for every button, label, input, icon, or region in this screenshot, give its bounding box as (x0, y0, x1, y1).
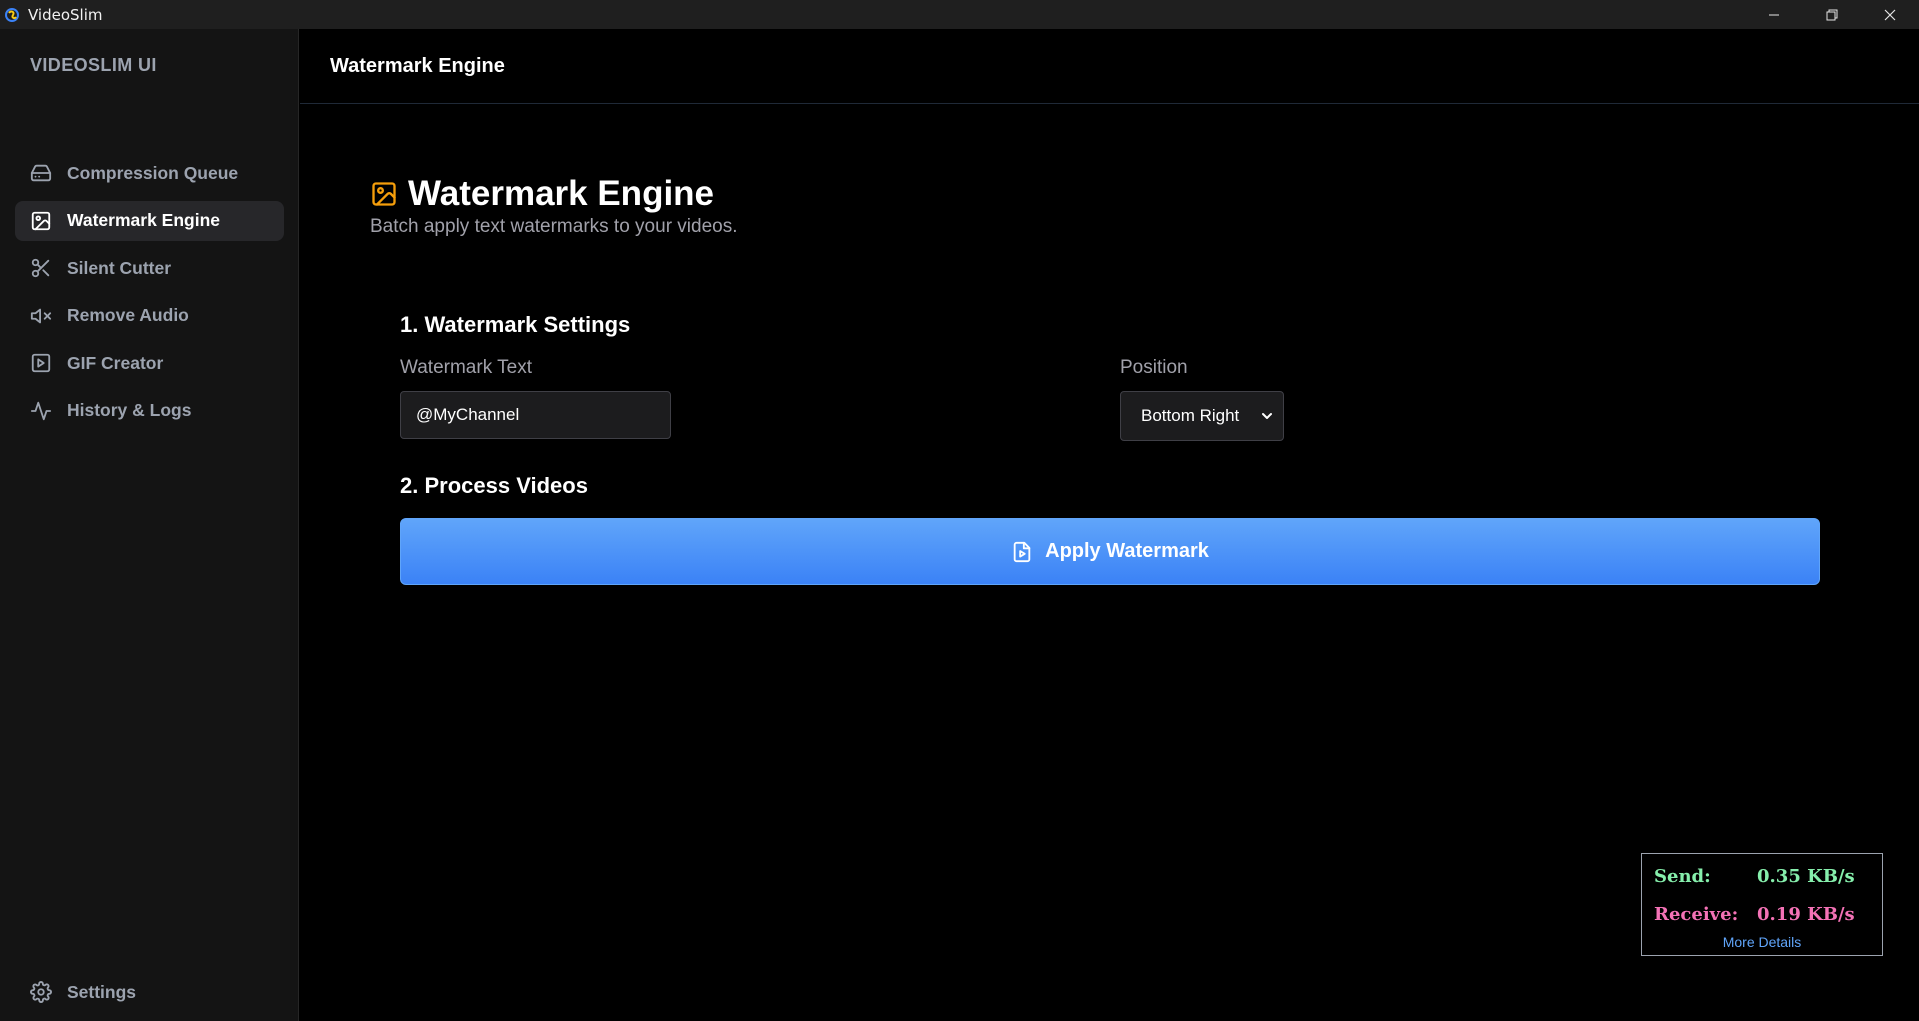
hard-drive-icon (30, 164, 52, 182)
restore-button[interactable] (1803, 0, 1861, 29)
sidebar-item-remove-audio[interactable]: Remove Audio (15, 296, 284, 336)
app-logo-icon (5, 7, 19, 22)
file-video-icon (1013, 541, 1031, 562)
receive-value: 0.19 KB/s (1757, 904, 1855, 925)
page-title: Watermark Engine (408, 174, 715, 213)
network-monitor: Send: 0.35 KB/s Receive: 0.19 KB/s More De… (1641, 853, 1883, 956)
activity-icon (30, 401, 52, 420)
sidebar-item-settings[interactable]: Settings (15, 972, 284, 1012)
sidebar-item-label: Compression Queue (67, 162, 239, 183)
watermark-settings-title: 1. Watermark Settings (400, 312, 631, 337)
position-label: Position (1120, 357, 1188, 378)
sidebar-item-compression-queue[interactable]: Compression Queue (15, 153, 284, 193)
restore-icon (1826, 9, 1838, 20)
minimize-icon (1769, 14, 1779, 15)
sidebar-item-label: GIF Creator (67, 352, 164, 373)
brand-title: VIDEOSLIM UI (30, 55, 157, 75)
position-select-value: Bottom Right (1141, 406, 1240, 425)
sidebar-item-watermark-engine[interactable]: Watermark Engine (15, 200, 284, 241)
receive-label: Receive: (1654, 904, 1739, 925)
apply-watermark-label: Apply Watermark (1045, 540, 1209, 562)
play-square-icon (31, 353, 51, 373)
settings-label: Settings (67, 981, 137, 1002)
watermark-text-input[interactable] (400, 391, 671, 439)
chevron-down-icon (1262, 413, 1272, 419)
sidebar-item-label: Silent Cutter (67, 257, 172, 278)
minimize-button[interactable] (1745, 0, 1803, 29)
image-icon (372, 182, 396, 206)
scissors-icon (31, 258, 50, 278)
sidebar-nav: Compression Queue Watermark Engine Silen… (15, 153, 284, 438)
close-icon (1884, 9, 1896, 20)
window-title: VideoSlim (28, 5, 103, 24)
volume-mute-icon (30, 308, 52, 323)
sidebar-item-label: Remove Audio (67, 305, 189, 325)
apply-watermark-button[interactable]: Apply Watermark (400, 518, 1820, 585)
topbar-title: Watermark Engine (300, 29, 1919, 104)
position-select[interactable]: Bottom Right (1120, 391, 1284, 441)
send-label: Send: (1654, 866, 1711, 887)
page-header: Watermark Engine Batch apply text waterm… (370, 174, 738, 238)
close-button[interactable] (1861, 0, 1919, 29)
sidebar-item-gif-creator[interactable]: GIF Creator (15, 343, 284, 383)
page-subtitle: Batch apply text watermarks to your vide… (370, 216, 738, 237)
more-details-link[interactable]: More Details (1642, 934, 1882, 950)
image-icon (31, 211, 51, 230)
gear-icon (30, 981, 52, 1003)
process-videos-title: 2. Process Videos (400, 473, 588, 498)
sidebar-item-label: Watermark Engine (67, 210, 221, 230)
send-value: 0.35 KB/s (1757, 866, 1855, 887)
watermark-text-label: Watermark Text (400, 357, 532, 378)
sidebar: VIDEOSLIM UI Compression Queue Watermark… (0, 29, 299, 1021)
sidebar-item-label: History & Logs (67, 400, 192, 420)
sidebar-item-silent-cutter[interactable]: Silent Cutter (15, 248, 284, 288)
window-titlebar: VideoSlim (0, 0, 1919, 29)
sidebar-item-history-logs[interactable]: History & Logs (15, 391, 284, 431)
